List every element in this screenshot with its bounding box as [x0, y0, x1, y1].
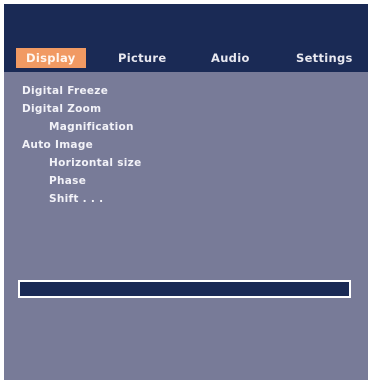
tab-display[interactable]: Display [16, 48, 86, 68]
tab-settings[interactable]: Settings [296, 48, 353, 68]
title-bar [4, 4, 368, 42]
tab-audio[interactable]: Audio [211, 48, 250, 68]
menu-item-horizontal-size[interactable]: Horizontal size [4, 154, 368, 172]
osd-menu-panel: Display Picture Audio Settings Digital F… [4, 4, 368, 380]
menu-item-shift[interactable]: Shift . . . [4, 190, 368, 208]
status-bar [18, 280, 351, 298]
menu-item-magnification[interactable]: Magnification [4, 118, 368, 136]
menu-item-digital-freeze[interactable]: Digital Freeze [4, 82, 368, 100]
menu-item-phase[interactable]: Phase [4, 172, 368, 190]
tab-picture[interactable]: Picture [118, 48, 166, 68]
menu-item-auto-image[interactable]: Auto Image [4, 136, 368, 154]
display-menu: Digital Freeze Digital Zoom Magnificatio… [4, 82, 368, 208]
tab-bar: Display Picture Audio Settings [4, 42, 368, 72]
menu-item-digital-zoom[interactable]: Digital Zoom [4, 100, 368, 118]
